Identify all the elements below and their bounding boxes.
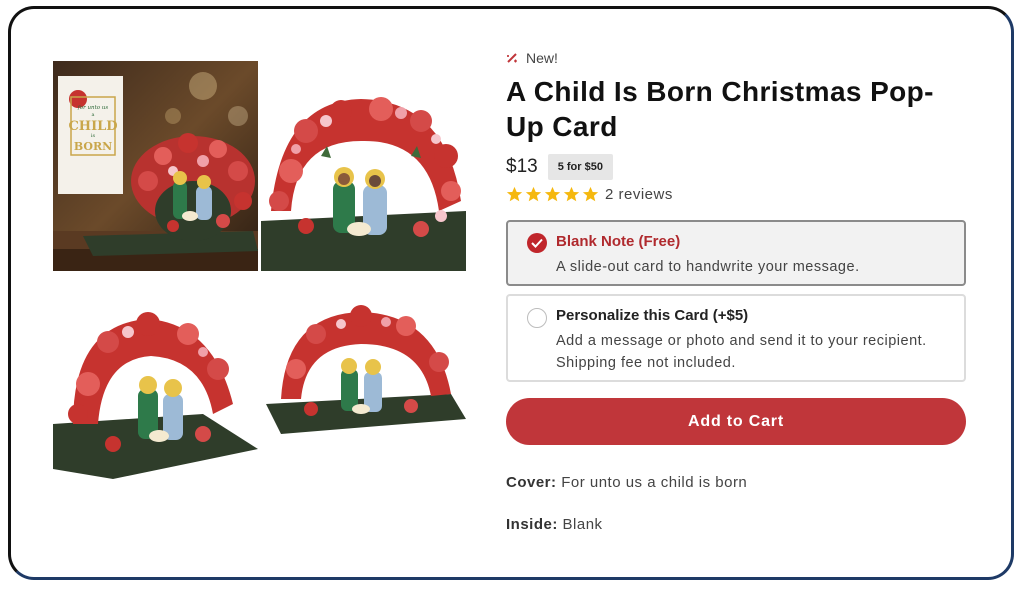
new-label: New! — [526, 50, 558, 66]
reviews-link[interactable]: 2 reviews — [605, 186, 673, 203]
gallery-image-1[interactable]: for unto us a CHILD is BORN — [53, 61, 258, 271]
star-icon — [525, 186, 542, 202]
inside-label: Inside: — [506, 516, 558, 533]
star-icon — [563, 186, 580, 202]
inside-info: Inside: Blank — [506, 516, 603, 533]
gallery-image-2[interactable] — [261, 61, 466, 271]
star-icon — [544, 186, 561, 202]
radio-unselected[interactable] — [527, 308, 547, 328]
sparkle-icon — [507, 53, 517, 63]
product-title: A Child Is Born Christmas Pop-Up Card — [506, 76, 934, 142]
radio-selected[interactable] — [527, 233, 547, 253]
product-price: $13 — [506, 156, 538, 177]
product-info: New! A Child Is Born Christmas Pop-Up Ca… — [506, 50, 966, 533]
add-to-cart-button[interactable]: Add to Cart — [506, 398, 966, 445]
cover-info: Cover: For unto us a child is born — [506, 474, 747, 491]
cover-label: Cover: — [506, 474, 557, 491]
gallery-image-3[interactable] — [53, 274, 258, 484]
card-cover-line5: BORN — [74, 140, 112, 153]
cover-value: For unto us a child is born — [561, 474, 748, 491]
card-cover-line3: CHILD — [68, 119, 117, 134]
star-icon — [506, 186, 523, 202]
card-cover-line1: for unto us — [77, 105, 109, 111]
option-title: Blank Note (Free) — [556, 233, 681, 250]
check-icon — [531, 238, 543, 248]
option-description: Add a message or photo and send it to yo… — [556, 333, 927, 371]
option-description: A slide-out card to handwrite your messa… — [556, 259, 860, 275]
deal-badge: 5 for $50 — [547, 154, 613, 180]
price-row: $13 5 for $50 — [506, 154, 966, 180]
new-badge: New! — [506, 50, 966, 66]
inside-value: Blank — [562, 516, 603, 533]
rating-row[interactable]: 2 reviews — [506, 186, 966, 203]
option-personalize[interactable]: Personalize this Card (+$5) Add a messag… — [506, 294, 966, 382]
option-title: Personalize this Card (+$5) — [556, 307, 749, 324]
star-icon — [582, 186, 599, 202]
card-cover-line2: a — [92, 112, 95, 118]
gallery-image-4[interactable] — [261, 274, 466, 484]
option-blank-note[interactable]: Blank Note (Free) A slide-out card to ha… — [506, 220, 966, 286]
product-gallery: for unto us a CHILD is BORN — [53, 61, 467, 484]
card-cover-line4: is — [91, 133, 96, 139]
